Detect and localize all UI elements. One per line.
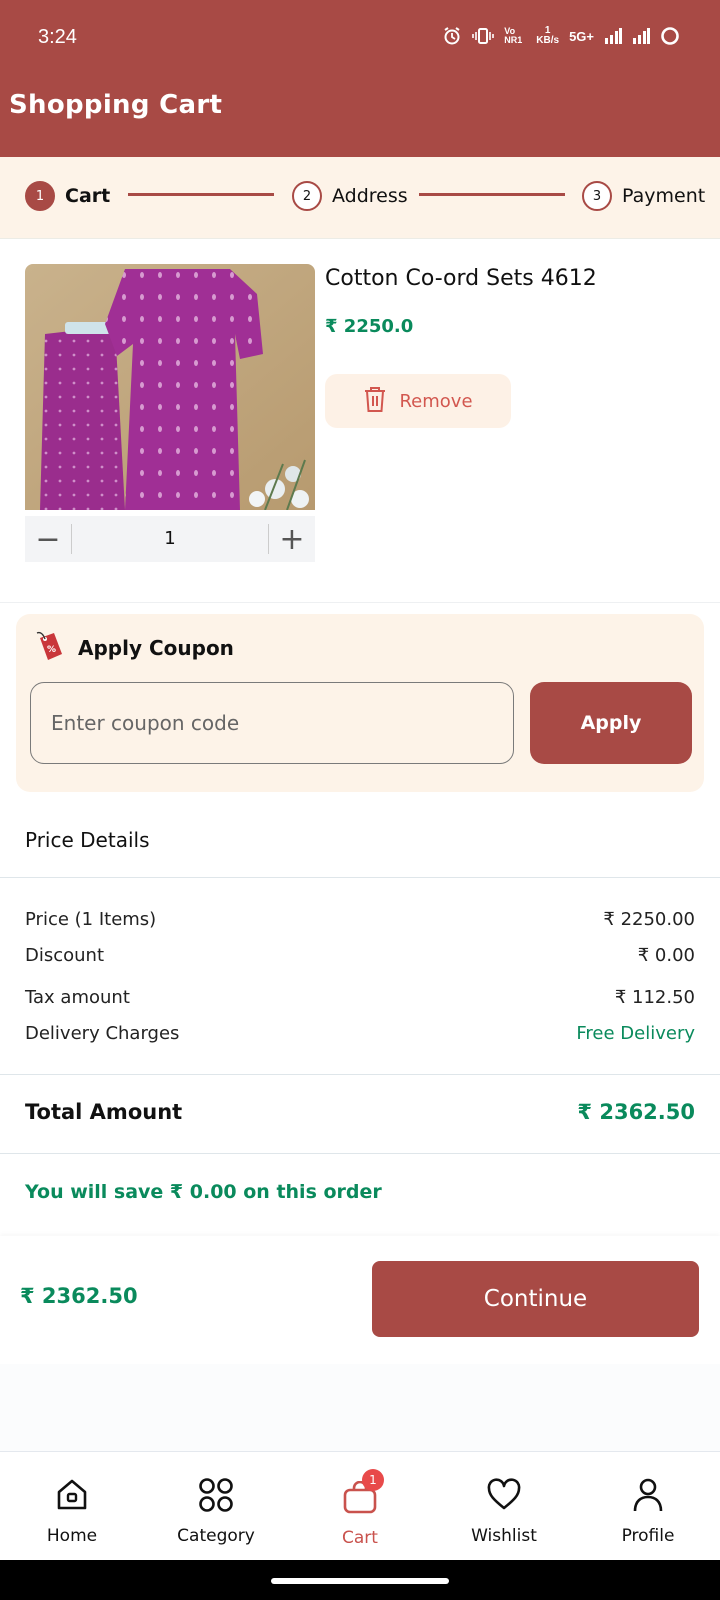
signal-icon-2: [632, 28, 650, 44]
product-image[interactable]: [25, 264, 315, 510]
price-label: Price (1 Items): [25, 909, 157, 930]
trash-icon: [363, 385, 387, 418]
nav-item-profile[interactable]: Profile: [576, 1453, 720, 1560]
price-value: ₹ 2250.00: [603, 909, 695, 930]
remove-label: Remove: [399, 390, 473, 412]
step-number: 1: [25, 181, 55, 211]
savings-text: You will save ₹ 0.00 on this order: [25, 1181, 382, 1203]
nav-label: Cart: [342, 1528, 378, 1548]
price-row: Price (1 Items) ₹ 2250.00: [25, 909, 695, 930]
bottom-nav: Home Category 1 Cart Wishlist Profile: [0, 1453, 720, 1560]
status-time: 3:24: [38, 26, 77, 48]
nav-label: Home: [46, 1526, 98, 1546]
coupon-section: % Apply Coupon Apply: [16, 614, 704, 792]
nav-item-category[interactable]: Category: [144, 1453, 288, 1560]
quantity-stepper: − 1 +: [25, 516, 315, 562]
total-row: Total Amount ₹ 2362.50: [25, 1100, 695, 1124]
divider: [0, 1074, 720, 1075]
step-payment: 3 Payment: [582, 181, 705, 211]
step-connector: [419, 193, 565, 196]
coupon-tag-icon: %: [34, 630, 64, 666]
system-gesture-bar: [0, 1560, 720, 1600]
nav-label: Category: [177, 1526, 255, 1546]
signal-icon: [604, 28, 622, 44]
total-label: Total Amount: [25, 1100, 183, 1124]
qty-minus-button[interactable]: −: [25, 516, 71, 562]
step-cart: 1 Cart: [25, 181, 110, 211]
cart-count-badge: 1: [362, 1469, 384, 1491]
app-header: 3:24 Vo NR1 1 KB/s 5G+ Shopping Cart: [0, 0, 720, 157]
price-details-title: Price Details: [25, 828, 150, 852]
coupon-title: Apply Coupon: [78, 636, 234, 660]
total-value: ₹ 2362.50: [577, 1100, 695, 1124]
data-speed: 1 KB/s: [536, 25, 560, 46]
vibrate-icon: [472, 27, 495, 45]
divider: [0, 1153, 720, 1154]
spacer: [0, 1364, 720, 1452]
step-number: 3: [582, 181, 612, 211]
continue-button[interactable]: Continue: [372, 1261, 699, 1337]
apply-coupon-button[interactable]: Apply: [530, 682, 692, 764]
remove-button[interactable]: Remove: [325, 374, 511, 428]
status-icons: Vo NR1 1 KB/s 5G+: [442, 26, 680, 46]
discount-row: Discount ₹ 0.00: [25, 945, 695, 966]
svg-text:%: %: [47, 645, 56, 655]
nav-item-wishlist[interactable]: Wishlist: [432, 1453, 576, 1560]
battery-ring-icon: [660, 26, 680, 46]
step-address: 2 Address: [292, 181, 408, 211]
home-icon: [54, 1477, 90, 1518]
checkout-bar: ₹ 2362.50 Continue: [0, 1236, 720, 1364]
coupon-code-input[interactable]: [30, 682, 514, 764]
user-icon: [630, 1477, 666, 1518]
qty-plus-button[interactable]: +: [269, 516, 315, 562]
nav-label: Profile: [621, 1526, 675, 1546]
step-label: Address: [332, 185, 408, 207]
nav-item-home[interactable]: Home: [0, 1453, 144, 1560]
nav-label: Wishlist: [471, 1526, 537, 1546]
delivery-value: Free Delivery: [576, 1023, 695, 1044]
category-grid-icon: [198, 1477, 234, 1518]
home-indicator[interactable]: [271, 1578, 449, 1584]
discount-label: Discount: [25, 945, 105, 966]
delivery-row: Delivery Charges Free Delivery: [25, 1023, 695, 1044]
heart-icon: [486, 1477, 522, 1518]
divider: [0, 877, 720, 878]
step-label: Cart: [65, 185, 111, 207]
step-connector: [128, 193, 274, 196]
delivery-label: Delivery Charges: [25, 1023, 180, 1044]
discount-value: ₹ 0.00: [637, 945, 695, 966]
checkout-stepper: 1 Cart 2 Address 3 Payment: [0, 157, 720, 239]
page-title: Shopping Cart: [9, 90, 223, 120]
product-name[interactable]: Cotton Co-ord Sets 4612: [325, 266, 597, 291]
step-label: Payment: [622, 185, 706, 207]
tax-value: ₹ 112.50: [614, 987, 695, 1008]
step-number: 2: [292, 181, 322, 211]
product-price: ₹ 2250.0: [325, 316, 414, 337]
alarm-icon: [442, 26, 462, 46]
tax-label: Tax amount: [25, 987, 130, 1008]
tax-row: Tax amount ₹ 112.50: [25, 987, 695, 1008]
qty-value: 1: [71, 524, 269, 554]
network-type: 5G+: [569, 28, 594, 44]
checkout-total: ₹ 2362.50: [20, 1284, 138, 1308]
volte-label: Vo NR1: [504, 26, 523, 45]
nav-item-cart[interactable]: 1 Cart: [288, 1453, 432, 1560]
